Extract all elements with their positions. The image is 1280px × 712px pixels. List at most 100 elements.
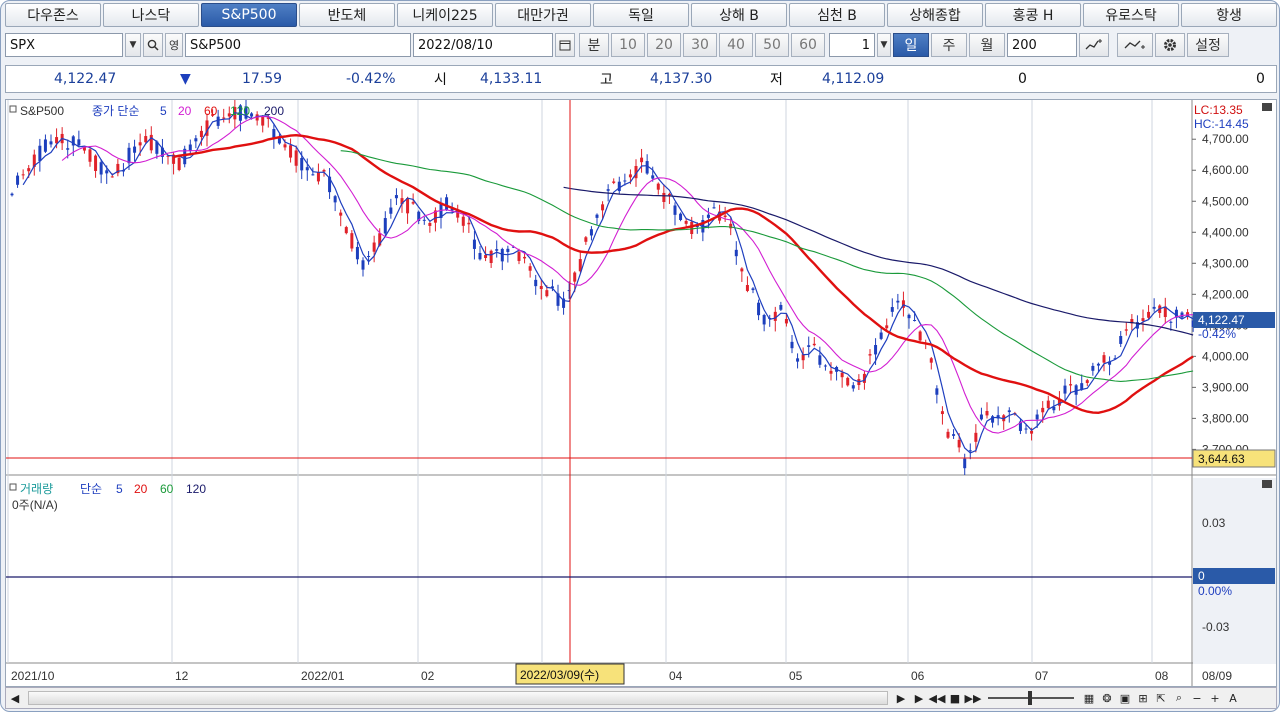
calendar-icon[interactable] <box>555 33 575 57</box>
crosshair-date: 2022/03/09(수) <box>520 668 599 682</box>
search-icon[interactable] <box>143 33 163 57</box>
quote-open: 4,133.11 <box>480 71 543 87</box>
candle-body <box>383 218 387 234</box>
ytick-label-4: 4,300.00 <box>1202 256 1249 270</box>
minute-option-50[interactable]: 50 <box>755 33 789 57</box>
unit-dropdown-icon[interactable]: ▼ <box>877 33 891 57</box>
scroll-right-icon[interactable]: ▶ <box>892 689 910 707</box>
count-input[interactable]: 200 <box>1007 33 1077 57</box>
candle-body <box>640 157 644 163</box>
symbol-input[interactable]: SPX <box>5 33 123 57</box>
candle-body <box>355 246 359 260</box>
candle-body <box>779 304 783 310</box>
tab-5[interactable]: 대만가권 <box>495 3 591 27</box>
hc-label: HC:-14.45 <box>1194 117 1249 131</box>
month-button[interactable]: 월 <box>969 33 1005 57</box>
volume-legend-ma-60: 60 <box>160 482 174 496</box>
candle-body <box>322 170 326 172</box>
stop-icon[interactable]: ■ <box>946 689 964 707</box>
candle-body <box>545 290 549 297</box>
candle-body <box>790 341 794 349</box>
xtick-label-2: 2022/01 <box>301 669 345 683</box>
app-window: 다우존스 나스닥 S&P500 반도체 니케이225 대만가권 독일 상해 B 심천 B 상해종합… <box>0 0 1280 712</box>
tab-10[interactable]: 홍콩 H <box>985 3 1081 27</box>
week-button[interactable]: 주 <box>931 33 967 57</box>
candle-body <box>445 197 449 210</box>
grid-icon[interactable]: ▦ <box>1080 689 1098 707</box>
font-size-icon[interactable]: A <box>1224 689 1242 707</box>
candle-body <box>484 255 488 258</box>
candle-body <box>534 279 538 287</box>
play-icon[interactable]: ▶ <box>910 689 928 707</box>
rewind-icon[interactable]: ◀◀ <box>928 689 946 707</box>
symbol-dropdown-icon[interactable]: ▼ <box>125 33 141 57</box>
chart-canvas[interactable]: 2021/10122022/01020304050607084,700.004,… <box>6 97 1276 686</box>
forward-icon[interactable]: ▶▶ <box>964 689 982 707</box>
palette-icon[interactable]: ❂ <box>1098 689 1116 707</box>
tab-8[interactable]: 심천 B <box>789 3 885 27</box>
minute-option-40[interactable]: 40 <box>719 33 753 57</box>
candle-body <box>16 175 20 185</box>
scroll-left-icon[interactable]: ◀ <box>6 689 24 707</box>
ma-line-5 <box>22 111 1194 454</box>
candle-body <box>1152 306 1156 309</box>
layout-icon[interactable]: ▣ <box>1116 689 1134 707</box>
minute-option-60[interactable]: 60 <box>791 33 825 57</box>
trend-line-icon[interactable] <box>1117 33 1153 57</box>
zoom-in-icon[interactable]: + <box>1206 689 1224 707</box>
candle-body <box>66 148 70 150</box>
index-tab-bar: 다우존스 나스닥 S&P500 반도체 니케이225 대만가권 독일 상해 B 심천 B 상해종합… <box>5 3 1277 29</box>
tab-6[interactable]: 독일 <box>593 3 689 27</box>
unit-input[interactable]: 1 <box>829 33 875 57</box>
cursor-icon[interactable]: ⇱ <box>1152 689 1170 707</box>
change-down-icon: ▼ <box>180 71 191 87</box>
bottom-scrollbar: ◀ ▶ ▶ ◀◀ ■ ▶▶ ▦ ❂ ▣ ⊞ ⇱ ⌕ − + A <box>5 687 1277 709</box>
tab-7[interactable]: 상해 B <box>691 3 787 27</box>
zoom-icon[interactable]: ⌕ <box>1170 689 1188 707</box>
day-button[interactable]: 일 <box>893 33 929 57</box>
period-toggle-button[interactable]: 영 <box>165 33 183 57</box>
candle-body <box>49 141 53 145</box>
count-text: 200 <box>1012 37 1037 53</box>
candle-body <box>918 331 922 341</box>
candle-body <box>500 248 504 262</box>
ytick-label-2: 4,500.00 <box>1202 194 1249 208</box>
zoom-slider[interactable] <box>988 691 1074 705</box>
candle-body <box>495 249 499 251</box>
candle-body <box>968 450 972 452</box>
lc-label: LC:13.35 <box>1194 103 1243 117</box>
quote-amount: 0 <box>1256 71 1265 87</box>
tab-0[interactable]: 다우존스 <box>5 3 101 27</box>
settings-button[interactable]: 설정 <box>1187 33 1229 57</box>
minute-options: 10 20 30 40 50 60 <box>611 33 825 57</box>
candle-body <box>818 355 822 365</box>
candle-body <box>935 388 939 395</box>
candle-body <box>177 157 181 170</box>
minute-button[interactable]: 분 <box>579 33 609 57</box>
volume-ytick-label-2: -0.03 <box>1202 620 1230 634</box>
zoom-out-icon[interactable]: − <box>1188 689 1206 707</box>
minute-option-30[interactable]: 30 <box>683 33 717 57</box>
date-input[interactable]: 2022/08/10 <box>413 33 553 57</box>
minute-option-20[interactable]: 20 <box>647 33 681 57</box>
candle-body <box>38 145 42 162</box>
ma-line-60 <box>173 133 1194 415</box>
candle-body <box>43 139 47 152</box>
tab-9[interactable]: 상해종합 <box>887 3 983 27</box>
split-icon[interactable]: ⊞ <box>1134 689 1152 707</box>
tab-3[interactable]: 반도체 <box>299 3 395 27</box>
tab-1[interactable]: 나스닥 <box>103 3 199 27</box>
minute-option-10[interactable]: 10 <box>611 33 645 57</box>
tab-11[interactable]: 유로스탁 <box>1083 3 1179 27</box>
tab-12[interactable]: 항생 <box>1181 3 1277 27</box>
gear-icon[interactable] <box>1155 33 1185 57</box>
tab-4[interactable]: 니케이225 <box>397 3 493 27</box>
ma-line-200 <box>563 186 1194 336</box>
candle-body <box>99 162 103 175</box>
tab-2[interactable]: S&P500 <box>201 3 297 27</box>
xtick-label-3: 02 <box>421 669 435 683</box>
open-label: 시 <box>434 72 447 88</box>
chart-add-icon[interactable] <box>1079 33 1109 57</box>
scroll-thumb[interactable] <box>28 691 888 705</box>
chart-area[interactable]: 2021/10122022/01020304050607084,700.004,… <box>5 97 1277 687</box>
